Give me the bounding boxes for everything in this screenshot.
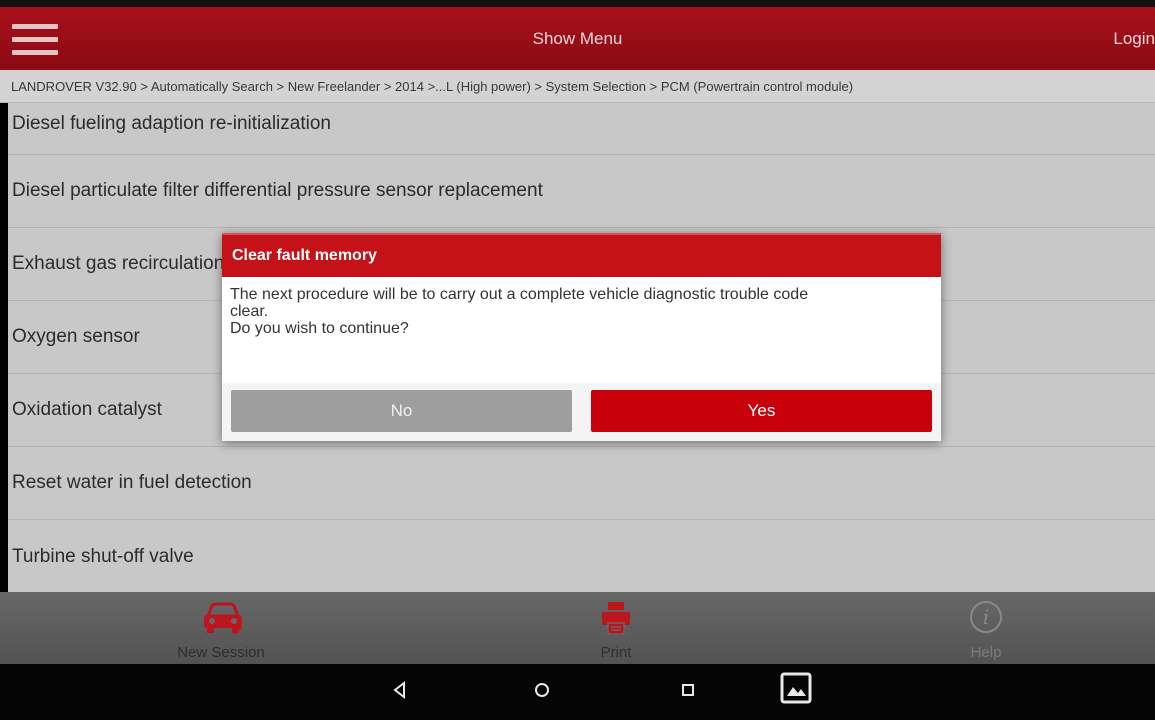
clear-fault-dialog: Clear fault memory The next procedure wi… xyxy=(222,233,941,441)
dialog-title: Clear fault memory xyxy=(222,233,941,277)
login-button[interactable]: Login xyxy=(1113,29,1155,49)
dialog-message-line: The next procedure will be to carry out … xyxy=(230,286,809,303)
yes-button[interactable]: Yes xyxy=(591,390,932,432)
app-header: Show Menu Login xyxy=(0,7,1155,70)
back-icon[interactable] xyxy=(390,678,410,707)
system-nav-bar xyxy=(0,664,1155,720)
home-icon[interactable] xyxy=(531,678,553,707)
recent-apps-icon[interactable] xyxy=(678,678,698,707)
status-bar xyxy=(0,0,1155,7)
header-title[interactable]: Show Menu xyxy=(0,29,1155,49)
no-button[interactable]: No xyxy=(231,390,572,432)
dialog-message: The next procedure will be to carry out … xyxy=(222,277,941,377)
dialog-message-line: clear. xyxy=(230,303,269,320)
dialog-message-line: Do you wish to continue? xyxy=(230,320,409,337)
dialog-buttons: No Yes xyxy=(222,383,941,441)
screenshot-icon[interactable] xyxy=(780,672,812,709)
